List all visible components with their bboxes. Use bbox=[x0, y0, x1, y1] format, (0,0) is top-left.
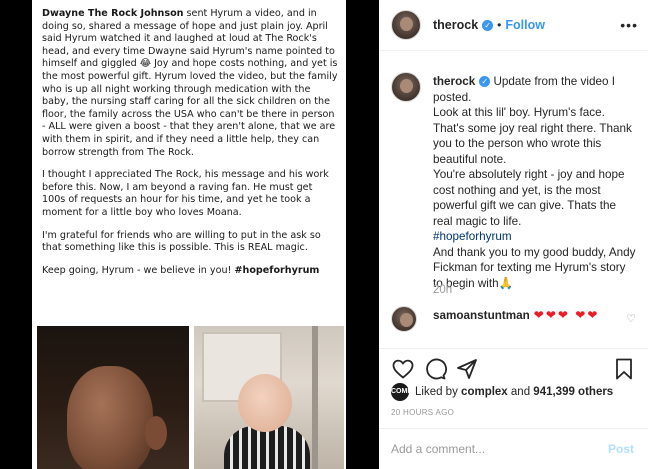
comment-avatar-wrap bbox=[391, 306, 417, 332]
bookmark-icon[interactable] bbox=[612, 357, 636, 381]
liker-username[interactable]: complex bbox=[461, 386, 508, 398]
likes-middle: and bbox=[507, 386, 534, 398]
follow-button[interactable]: Follow bbox=[505, 18, 545, 32]
comment-like-icon[interactable]: ♡ bbox=[626, 312, 636, 325]
post-timestamp: 20 HOURS AGO bbox=[391, 408, 455, 417]
comment-text: ❤❤❤ ❤❤ bbox=[533, 308, 600, 322]
post-text-p1: sent Hyrum a video, and in doing so, sha… bbox=[42, 8, 338, 158]
caption-username[interactable]: therock bbox=[433, 75, 475, 88]
caption-avatar-wrap bbox=[391, 72, 421, 102]
comments-section[interactable]: therock ✓ Update from the video I posted.… bbox=[379, 62, 648, 345]
verified-icon: ✓ bbox=[479, 76, 491, 88]
caption-text-2: And thank you to my good buddy, Andy Fic… bbox=[433, 245, 636, 290]
post-text-p3: I'm grateful for friends who are willing… bbox=[42, 229, 321, 254]
comment: samoanstuntman ❤❤❤ ❤❤ bbox=[433, 308, 623, 323]
post-text-bold-name: Dwayne The Rock Johnson bbox=[42, 8, 184, 19]
add-comment-bar: Post bbox=[379, 428, 648, 469]
caption-hashtag[interactable]: #hopeforhyrum bbox=[433, 230, 512, 243]
header-username[interactable]: therock bbox=[433, 18, 478, 32]
comment-username[interactable]: samoanstuntman bbox=[433, 309, 530, 322]
post-text-hashtag: #hopeforhyrum bbox=[234, 264, 320, 276]
likes-count[interactable]: 941,399 others bbox=[533, 386, 613, 398]
verified-icon: ✓ bbox=[482, 19, 494, 31]
post-button[interactable]: Post bbox=[608, 442, 634, 456]
liker-avatar[interactable]: COMPLEX bbox=[391, 383, 426, 401]
avatar[interactable] bbox=[391, 72, 421, 102]
photo-baby bbox=[194, 326, 344, 469]
caption-time: 20h bbox=[433, 284, 453, 296]
caption-text-1: Update from the video I posted. Look at … bbox=[433, 75, 632, 228]
likes-summary: COMPLEX Liked by complex and 941,399 oth… bbox=[391, 383, 613, 401]
photo-row bbox=[32, 326, 346, 469]
photo-man bbox=[37, 326, 189, 469]
share-icon[interactable] bbox=[455, 357, 479, 381]
post-header: therock ✓ • Follow ••• bbox=[379, 0, 648, 51]
avatar[interactable] bbox=[391, 10, 421, 40]
comment-icon[interactable] bbox=[423, 357, 447, 381]
post-media[interactable]: Dwayne The Rock Johnson sent Hyrum a vid… bbox=[0, 0, 379, 469]
heart-icon[interactable] bbox=[391, 357, 415, 381]
post-text-p4: Keep going, Hyrum - we believe in you! bbox=[42, 264, 235, 276]
caption: therock ✓ Update from the video I posted.… bbox=[433, 74, 637, 291]
avatar[interactable] bbox=[391, 306, 417, 332]
more-options-icon[interactable]: ••• bbox=[620, 17, 638, 33]
post-side-panel: therock ✓ • Follow ••• therock ✓ Update f… bbox=[379, 0, 648, 469]
separator-dot: • bbox=[497, 18, 502, 32]
comment-input[interactable] bbox=[391, 439, 591, 459]
post-text-p2: I thought I appreciated The Rock, his me… bbox=[42, 169, 329, 218]
likes-prefix: Liked by bbox=[415, 386, 458, 398]
action-bar bbox=[379, 348, 648, 386]
post-image-text: Dwayne The Rock Johnson sent Hyrum a vid… bbox=[42, 8, 338, 287]
